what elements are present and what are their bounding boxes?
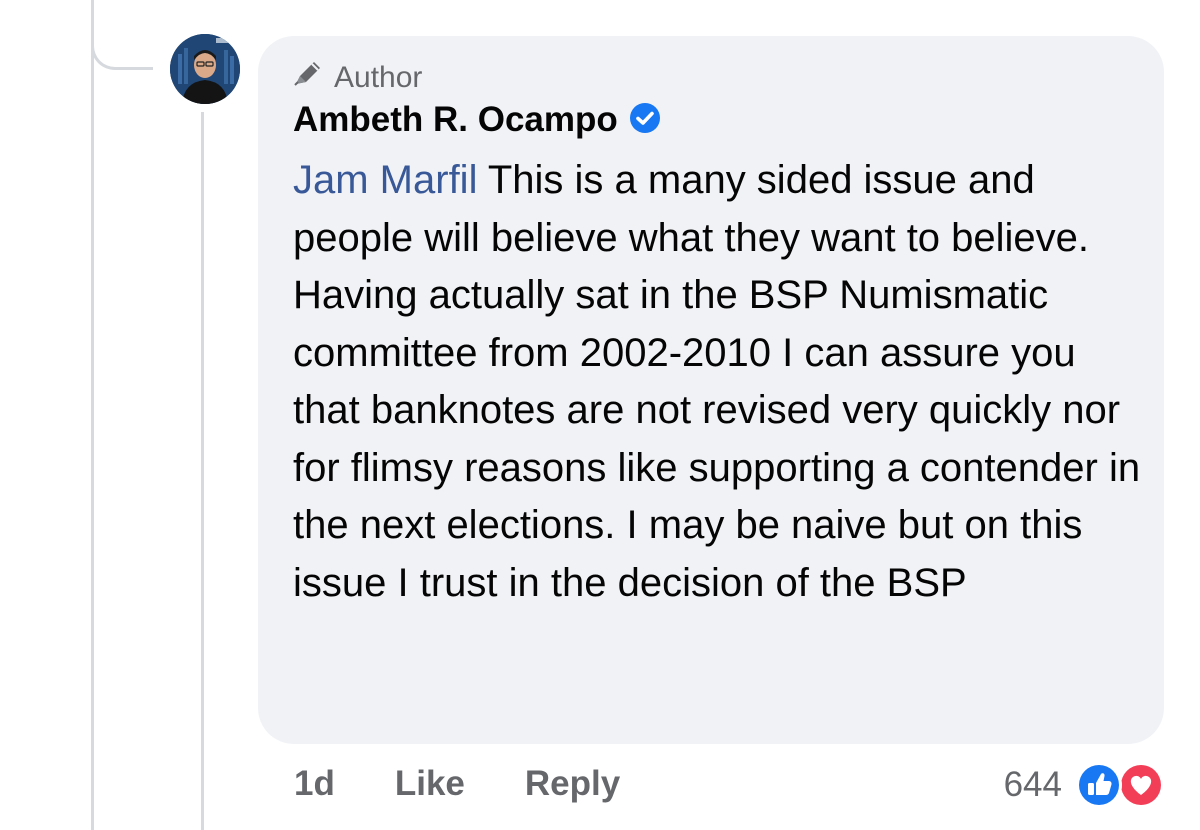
thread-connector <box>91 0 153 70</box>
author-badge-label: Author <box>334 61 423 94</box>
reaction-icons <box>1074 760 1166 810</box>
reaction-count: 644 <box>1003 765 1062 804</box>
like-reaction-icon <box>1074 760 1124 815</box>
commenter-name[interactable]: Ambeth R. Ocampo <box>293 98 618 142</box>
comment-actions: 1d Like Reply <box>294 762 620 806</box>
comment-body: Jam Marfil This is a many sided issue an… <box>293 152 1143 612</box>
verified-badge-icon <box>628 101 662 140</box>
pencil-icon <box>292 58 326 98</box>
comment-text: This is a many sided issue and people wi… <box>293 158 1141 605</box>
author-row: Ambeth R. Ocampo <box>293 98 662 142</box>
mention-link[interactable]: Jam Marfil <box>293 158 477 202</box>
like-button[interactable]: Like <box>395 762 465 806</box>
reply-thread-line <box>201 112 204 830</box>
reaction-summary[interactable]: 644 <box>1004 760 1166 810</box>
reply-button[interactable]: Reply <box>525 762 620 806</box>
avatar[interactable] <box>170 34 240 104</box>
comment-thread: Author Ambeth R. Ocampo Jam Marfil This … <box>0 0 1200 830</box>
author-badge: Author <box>292 58 422 98</box>
thread-line <box>91 0 94 830</box>
comment-timestamp[interactable]: 1d <box>294 762 335 806</box>
